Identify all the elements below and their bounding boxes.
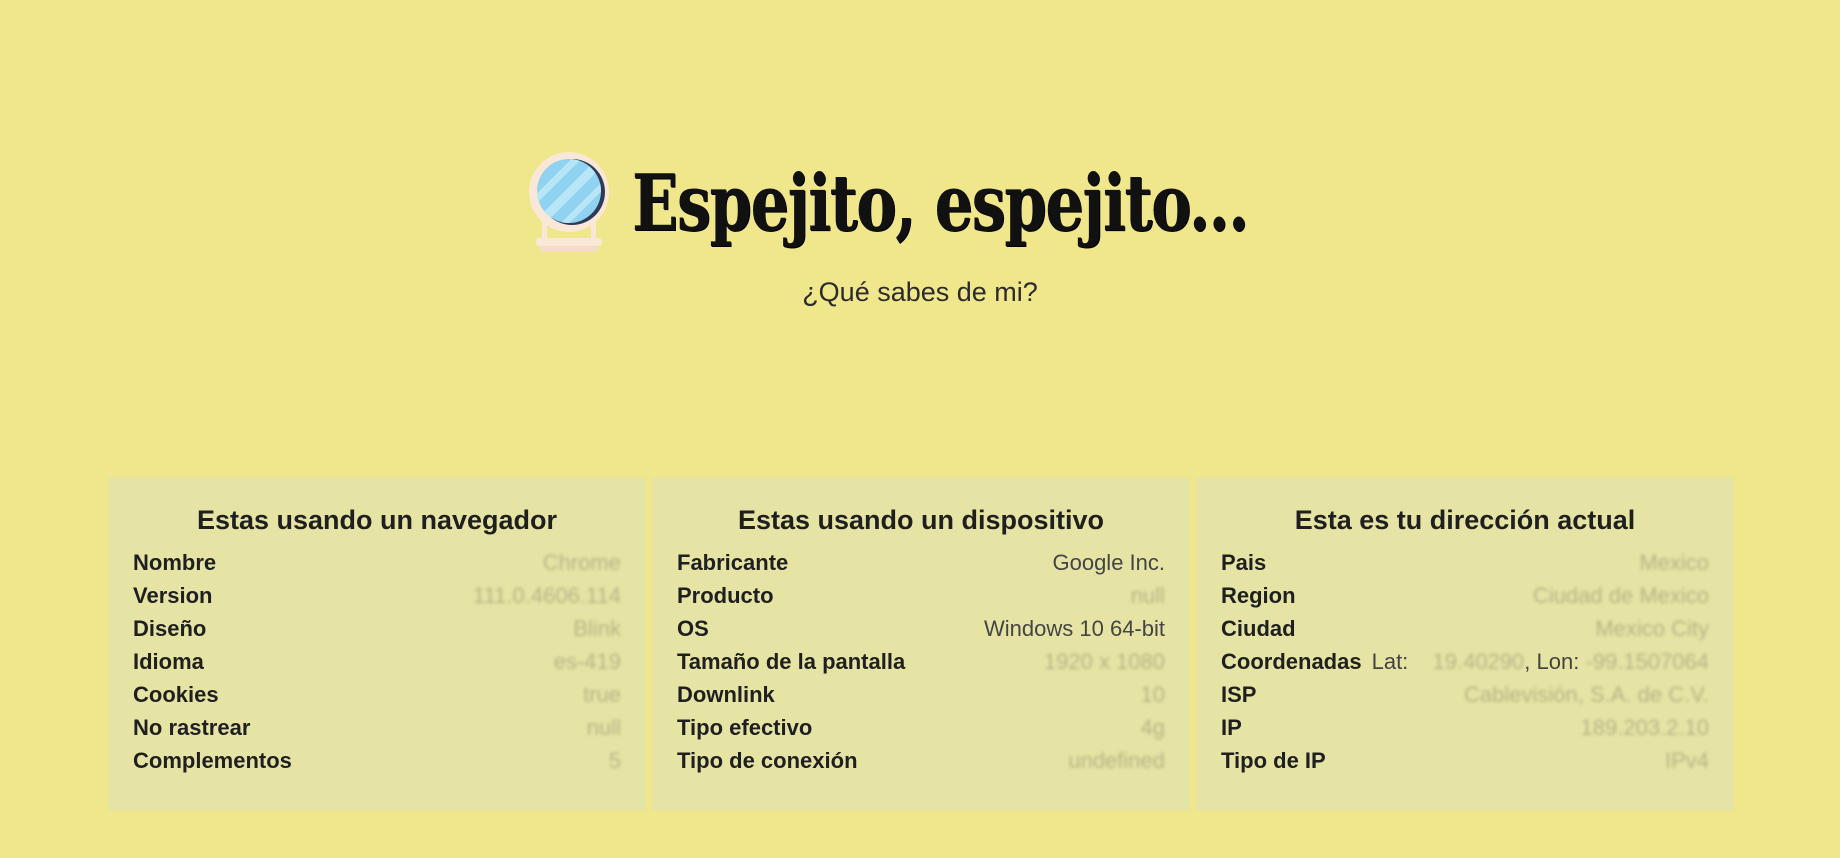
coordinates-values: 19.40290, Lon: -99.1507064 [1433,649,1710,675]
lat-value: 19.40290 [1432,649,1525,674]
device-row-effective-type: Tipo efectivo 4g [677,715,1165,748]
row-value: Ciudad de Mexico [1532,583,1709,608]
row-label: No rastrear [133,715,251,740]
device-card: Estas usando un dispositivo Fabricante G… [652,477,1190,811]
row-value: Windows 10 64-bit [984,616,1165,641]
browser-row-language: Idioma es-419 [133,649,621,682]
device-row-screen-size: Tamaño de la pantalla 1920 x 1080 [677,649,1165,682]
row-value: null [1130,583,1165,608]
device-row-os: OS Windows 10 64-bit [677,616,1165,649]
lat-label: Lat: [1371,649,1409,674]
device-row-vendor: Fabricante Google Inc. [677,550,1165,583]
device-card-title: Estas usando un dispositivo [737,505,1105,535]
info-cards: Estas usando un navegador Nombre Chrome … [108,477,1734,811]
location-row-country: Pais Mexico [1221,550,1709,583]
row-value: es-419 [553,649,621,674]
row-label: Tamaño de la pantalla [677,649,906,674]
row-value: Blink [573,616,621,641]
location-row-ip: IP 189.203.2.10 [1221,715,1709,748]
row-label: Complementos [133,748,292,773]
row-label: Nombre [133,550,217,575]
row-value: 189.203.2.10 [1580,715,1709,740]
row-label: OS [677,616,709,641]
row-value: 111.0.4606.114 [472,583,621,608]
browser-row-engine: Diseño Blink [133,616,621,649]
row-value: true [583,682,621,707]
mirror-icon [529,152,610,252]
title-row: Espejito, espejito... [528,150,1311,258]
row-label: Coordenadas [1221,649,1362,674]
location-card-title: Esta es tu dirección actual [1294,505,1636,535]
row-label: Downlink [677,682,775,707]
location-card: Esta es tu dirección actual Pais Mexico … [1196,477,1734,811]
row-value: 5 [608,748,621,773]
row-label: Region [1221,583,1296,608]
location-row-coordinates: Coordenadas Lat: 19.40290, Lon: -99.1507… [1221,649,1709,682]
device-row-connection-type: Tipo de conexión undefined [677,748,1165,781]
site-title: Espejito, espejito... [632,158,1249,249]
row-label: Idioma [133,649,204,674]
location-row-city: Ciudad Mexico City [1221,616,1709,649]
location-row-ip-type: Tipo de IP IPv4 [1221,748,1709,781]
row-label: Tipo de IP [1221,748,1326,773]
location-row-isp: ISP Cablevisión, S.A. de C.V. [1221,682,1709,715]
row-value: 4g [1140,715,1165,740]
browser-row-name: Nombre Chrome [133,550,621,583]
row-value: Cablevisión, S.A. de C.V. [1464,682,1709,707]
device-row-product: Producto null [677,583,1165,616]
row-value: Mexico City [1595,616,1709,641]
row-label: Cookies [133,682,219,707]
row-label: Fabricante [677,550,789,575]
hero: Espejito, espejito... ¿Qué sabes de mi? [0,150,1840,308]
row-label: Producto [677,583,774,608]
browser-row-plugins: Complementos 5 [133,748,621,781]
lon-label: , Lon: [1524,649,1580,674]
browser-row-cookies: Cookies true [133,682,621,715]
browser-card-title: Estas usando un navegador [196,505,558,535]
subtitle: ¿Qué sabes de mi? [802,277,1038,307]
row-value: Mexico [1639,550,1709,575]
coordinates-group: Coordenadas Lat: [1221,649,1408,675]
row-value: Chrome [542,550,621,575]
row-label: Version [133,583,213,608]
page: Espejito, espejito... ¿Qué sabes de mi? … [0,0,1840,858]
lon-value: -99.1507064 [1585,649,1709,674]
browser-row-version: Version 111.0.4606.114 [133,583,621,616]
row-value: null [586,715,621,740]
row-label: IP [1221,715,1242,740]
row-label: ISP [1221,682,1257,707]
row-value: IPv4 [1664,748,1709,773]
row-label: Tipo de conexión [677,748,858,773]
row-label: Ciudad [1221,616,1296,641]
row-value: Google Inc. [1052,550,1165,575]
row-value: undefined [1068,748,1165,773]
row-label: Diseño [133,616,207,641]
location-row-region: Region Ciudad de Mexico [1221,583,1709,616]
browser-row-do-not-track: No rastrear null [133,715,621,748]
browser-card: Estas usando un navegador Nombre Chrome … [108,477,646,811]
row-label: Pais [1221,550,1267,575]
row-value: 1920 x 1080 [1043,649,1165,674]
device-row-downlink: Downlink 10 [677,682,1165,715]
row-label: Tipo efectivo [677,715,813,740]
row-value: 10 [1140,682,1165,707]
